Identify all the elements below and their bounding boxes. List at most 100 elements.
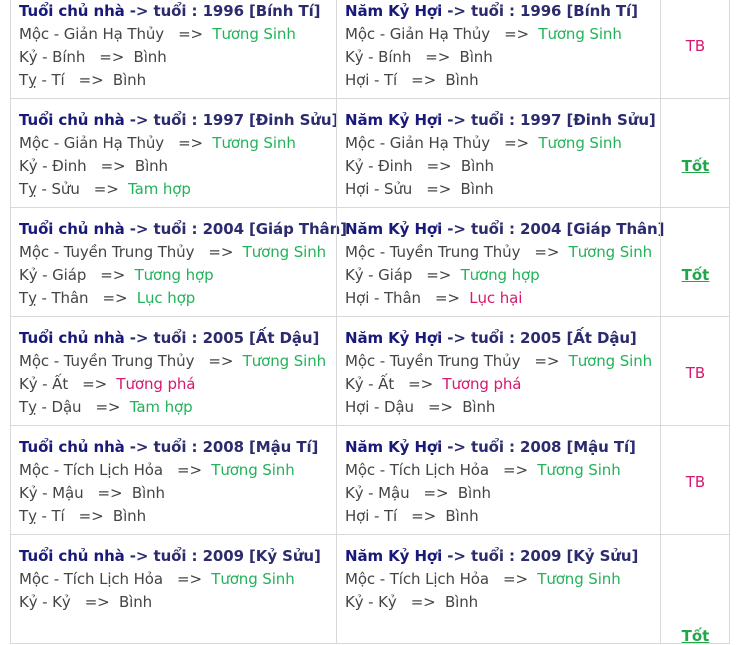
owner-detail-result: Bình [112,507,146,525]
owner-detail-result: Bình [112,71,146,89]
rating-link-tot[interactable]: Tốt [661,627,730,645]
owner-detail-pair: Kỷ - Giáp [19,266,87,284]
year-heading: Năm Kỷ Hợi -> tuổi : 2009 [Kỷ Sửu] [345,547,638,565]
owner-age-cell: Tuổi chủ nhà -> tuổi : 2005 [Ất Dậu] Mộc … [11,317,335,425]
arrow-separator: => [208,352,234,370]
year-heading-arrow: -> tuổi : [442,111,521,129]
owner-detail-result: Bình [133,48,167,66]
owner-detail-line: Mộc - Giản Hạ Thủy => Tương Sinh [19,134,296,152]
year-detail-line: Mộc - Tuyền Trung Thủy => Tương Sinh [345,352,652,370]
year-heading-arrow: -> tuổi : [442,438,521,456]
year-ky-hoi-cell: Năm Kỷ Hợi -> tuổi : 2004 [Giáp Thân] Mộc… [336,208,664,316]
owner-heading: Tuổi chủ nhà -> tuổi : 2009 [Kỷ Sửu] [19,547,321,565]
rating-link-tot[interactable]: Tốt [661,157,730,175]
year-heading-year: 2009 [Kỷ Sửu] [520,547,639,565]
year-detail-pair: Hợi - Thân [345,289,421,307]
owner-heading-year: 2008 [Mậu Tí] [202,438,319,456]
owner-detail-line: Kỷ - Mậu => Bình [19,484,165,502]
owner-heading-label: Tuổi chủ nhà [19,547,125,565]
year-heading-label: Năm Kỷ Hợi [345,220,443,238]
owner-detail-result: Bình [131,484,165,502]
owner-detail-line: Mộc - Giản Hạ Thủy => Tương Sinh [19,25,296,43]
owner-detail-result: Tương Sinh [212,25,296,43]
owner-detail-line: Kỷ - Bính => Bình [19,48,167,66]
owner-detail-line: Tỵ - Tí => Bình [19,71,146,89]
arrow-separator: => [84,593,110,611]
owner-heading-year: 2009 [Kỷ Sửu] [202,547,321,565]
year-detail-line: Hợi - Thân => Lục hại [345,289,522,307]
owner-heading-arrow: -> tuổi : [124,220,203,238]
owner-detail-result: Tương hợp [134,266,214,284]
year-detail-result: Bình [460,157,494,175]
year-detail-line: Kỷ - Kỷ => Bình [345,593,478,611]
rating-cell: Tốt [660,99,730,207]
year-detail-line: Mộc - Tích Lịch Hỏa => Tương Sinh [345,570,621,588]
owner-age-cell: Tuổi chủ nhà -> tuổi : 2004 [Giáp Thân] M… [11,208,347,316]
arrow-separator: => [502,461,528,479]
year-detail-result: Bình [460,180,494,198]
year-detail-line: Hợi - Tí => Bình [345,507,479,525]
arrow-separator: => [434,289,460,307]
arrow-separator: => [504,25,530,43]
arrow-separator: => [502,570,528,588]
owner-heading: Tuổi chủ nhà -> tuổi : 1996 [Bính Tí] [19,2,320,20]
year-detail-result: Bình [444,593,479,611]
owner-detail-line: Tỵ - Tí => Bình [19,507,146,525]
owner-detail-line: Kỷ - Đinh => Bình [19,157,168,175]
year-detail-line: Hợi - Sửu => Bình [345,180,494,198]
owner-detail-pair: Mộc - Tích Lịch Hỏa [19,570,163,588]
year-detail-line: Kỷ - Đinh => Bình [345,157,494,175]
year-detail-result: Bình [459,48,493,66]
arrow-separator: => [176,570,202,588]
owner-heading: Tuổi chủ nhà -> tuổi : 2004 [Giáp Thân] [19,220,347,238]
year-detail-pair: Hợi - Dậu [345,398,414,416]
year-detail-line: Kỷ - Giáp => Tương hợp [345,266,540,284]
rating-tb: TB [685,37,706,55]
year-heading-label: Năm Kỷ Hợi [345,2,443,20]
year-detail-result: Tương Sinh [537,570,621,588]
year-detail-line: Mộc - Giản Hạ Thủy => Tương Sinh [345,134,622,152]
owner-heading-label: Tuổi chủ nhà [19,438,125,456]
year-detail-pair: Kỷ - Bính [345,48,412,66]
arrow-separator: => [93,180,119,198]
year-heading-year: 2005 [Ất Dậu] [520,329,637,347]
owner-age-cell: Tuổi chủ nhà -> tuổi : 1997 [Đinh Sửu] Mộ… [11,99,338,207]
owner-detail-result: Lục hợp [136,289,196,307]
owner-heading: Tuổi chủ nhà -> tuổi : 2008 [Mậu Tí] [19,438,318,456]
owner-heading-year: 2004 [Giáp Thân] [202,220,347,238]
arrow-separator: => [97,484,123,502]
arrow-separator: => [411,71,437,89]
year-heading-label: Năm Kỷ Hợi [345,547,443,565]
arrow-separator: => [100,266,126,284]
owner-detail-pair: Mộc - Giản Hạ Thủy [19,134,165,152]
arrow-separator: => [411,507,437,525]
year-detail-result: Tương phá [442,375,522,393]
year-heading: Năm Kỷ Hợi -> tuổi : 2004 [Giáp Thân] [345,220,664,238]
rating-cell: Tốt [660,535,730,645]
year-heading-year: 1997 [Đinh Sửu] [520,111,656,129]
year-heading: Năm Kỷ Hợi -> tuổi : 1996 [Bính Tí] [345,2,638,20]
year-heading-label: Năm Kỷ Hợi [345,438,443,456]
table-row: Tuổi chủ nhà -> tuổi : 2004 [Giáp Thân] M… [10,208,730,317]
owner-detail-result: Tương Sinh [242,352,327,370]
owner-heading: Tuổi chủ nhà -> tuổi : 1997 [Đinh Sửu] [19,111,338,129]
year-heading: Năm Kỷ Hợi -> tuổi : 1997 [Đinh Sửu] [345,111,656,129]
year-heading-arrow: -> tuổi : [442,547,521,565]
owner-heading-label: Tuổi chủ nhà [19,2,125,20]
year-detail-pair: Mộc - Tích Lịch Hỏa [345,461,489,479]
year-detail-result: Bình [445,507,479,525]
owner-heading-arrow: -> tuổi : [124,438,203,456]
rating-tb: TB [685,364,706,382]
owner-detail-result: Tương Sinh [211,570,295,588]
arrow-separator: => [102,289,128,307]
table-row: Tuổi chủ nhà -> tuổi : 2009 [Kỷ Sửu] Mộc … [10,535,730,645]
arrow-separator: => [426,157,452,175]
owner-heading: Tuổi chủ nhà -> tuổi : 2005 [Ất Dậu] [19,329,319,347]
year-heading: Năm Kỷ Hợi -> tuổi : 2005 [Ất Dậu] [345,329,637,347]
year-detail-line: Kỷ - Bính => Bình [345,48,493,66]
arrow-separator: => [410,593,436,611]
rating-link-tot[interactable]: Tốt [661,266,730,284]
owner-heading-year: 1997 [Đinh Sửu] [202,111,339,129]
year-detail-pair: Hợi - Sửu [345,180,413,198]
arrow-separator: => [178,134,204,152]
